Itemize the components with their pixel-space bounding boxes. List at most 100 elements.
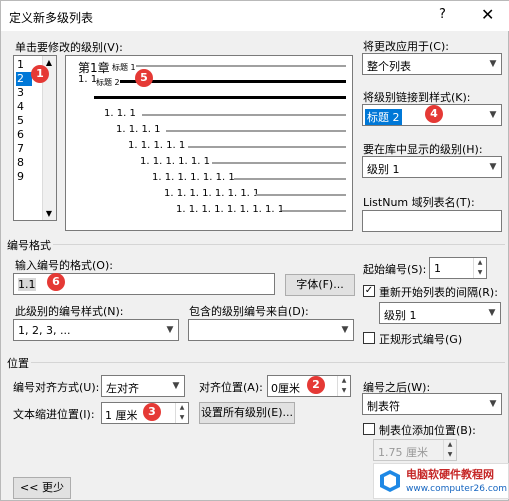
gallery-level-value: 级别 1: [367, 163, 400, 176]
level-item-4[interactable]: 4: [16, 100, 32, 114]
gallery-level-select[interactable]: 级别 1 ▼: [362, 156, 502, 178]
start-at-label: 起始编号(S):: [363, 263, 427, 276]
title-bar: 定义新多级列表 ? ✕: [1, 1, 509, 31]
chevron-down-icon: ▼: [489, 110, 497, 120]
section-divider: [53, 244, 505, 245]
callout-badge-3: 3: [143, 403, 161, 421]
restart-level-select[interactable]: 级别 1 ▼: [379, 302, 501, 324]
link-style-value: 标题 2: [365, 109, 402, 125]
dialog: 定义新多级列表 ? ✕ 单击要修改的级别(V): 1 2 3 4 5 6 7 8…: [0, 0, 509, 501]
section-divider: [31, 362, 505, 363]
level-item-5[interactable]: 5: [16, 114, 32, 128]
apply-to-value: 整个列表: [367, 60, 411, 73]
level-item-1[interactable]: 1: [16, 58, 32, 72]
tab-stop-label: 制表位添加位置(B):: [379, 424, 476, 437]
preview-line-6: [212, 162, 346, 164]
legal-numbering-checkbox[interactable]: [363, 332, 375, 344]
preview-line-1: [136, 65, 346, 67]
chevron-down-icon: ▼: [489, 162, 497, 172]
number-format-section-title: 编号格式: [7, 239, 51, 252]
position-section-title: 位置: [7, 357, 29, 370]
callout-badge-2: 2: [307, 376, 325, 394]
aligned-at-value: 0厘米: [271, 382, 300, 395]
aligned-at-spinner[interactable]: ▲ ▼: [337, 376, 350, 396]
preview-level5: 1. 1. 1. 1. 1: [128, 140, 186, 151]
preview-line-5: [188, 146, 346, 148]
close-button[interactable]: ✕: [481, 5, 494, 24]
callout-badge-6: 6: [47, 273, 65, 291]
preview-level4: 1. 1. 1. 1: [116, 124, 161, 135]
follow-number-select[interactable]: 制表符 ▼: [362, 393, 502, 415]
restart-level-value: 级别 1: [384, 309, 417, 322]
preview-level6: 1. 1. 1. 1. 1. 1: [140, 156, 210, 167]
set-all-levels-button[interactable]: 设置所有级别(E)...: [199, 402, 295, 424]
dialog-title: 定义新多级列表: [9, 11, 94, 25]
alignment-value: 左对齐: [106, 382, 139, 395]
link-style-label: 将级别链接到样式(K):: [363, 91, 471, 104]
level-item-7[interactable]: 7: [16, 142, 32, 156]
indent-value: 1 厘米: [105, 409, 138, 422]
alignment-select[interactable]: 左对齐 ▼: [101, 375, 185, 397]
callout-badge-5: 5: [135, 69, 153, 87]
preview-line-7: [234, 178, 346, 180]
level-item-2[interactable]: 2: [16, 72, 32, 86]
apply-to-select[interactable]: 整个列表 ▼: [362, 53, 502, 75]
callout-badge-1: 1: [31, 65, 49, 83]
preview-line-2b: [94, 96, 346, 99]
indent-spinner[interactable]: ▲ ▼: [175, 403, 188, 423]
help-button[interactable]: ?: [439, 7, 446, 22]
level-item-9[interactable]: 9: [16, 170, 32, 184]
watermark-brand: 电脑软硬件教程网: [406, 468, 494, 481]
format-value: 1.1: [18, 278, 36, 291]
listnum-input[interactable]: [362, 210, 502, 232]
scroll-down-icon[interactable]: ▼: [43, 209, 55, 218]
format-label: 输入编号的格式(O):: [15, 259, 113, 272]
preview-pane: 第1章 标题 1 1. 1 标题 2 1. 1. 1 1. 1. 1. 1 1.…: [65, 55, 353, 231]
preview-level7: 1. 1. 1. 1. 1. 1. 1: [152, 172, 235, 183]
preview-level3: 1. 1. 1: [104, 108, 136, 119]
chevron-down-icon: ▼: [172, 381, 180, 391]
preview-level8: 1. 1. 1. 1. 1. 1. 1. 1: [164, 188, 260, 199]
site-logo-icon: [380, 470, 400, 492]
chevron-down-icon: ▼: [488, 308, 496, 318]
tab-stop-value: 1.75 厘米: [378, 446, 428, 459]
chevron-down-icon: ▼: [341, 325, 349, 335]
preview-level2-style: 标题 2: [96, 78, 120, 87]
preview-line-4: [166, 130, 346, 132]
start-at-spinner[interactable]: ▲ ▼: [473, 258, 486, 278]
number-style-label: 此级别的编号样式(N):: [15, 305, 124, 318]
preview-chapter-style: 标题 1: [112, 63, 136, 72]
preview-level9: 1. 1. 1. 1. 1. 1. 1. 1. 1: [176, 204, 285, 215]
listnum-label: ListNum 域列表名(T):: [363, 196, 475, 209]
restart-checkbox[interactable]: ✓: [363, 285, 375, 297]
tab-stop-spinner[interactable]: ▲ ▼: [443, 440, 456, 460]
gallery-level-label: 要在库中显示的级别(H):: [363, 143, 483, 156]
font-button[interactable]: 字体(F)...: [285, 274, 355, 296]
number-style-select[interactable]: 1, 2, 3, ... ▼: [13, 319, 179, 341]
indent-label: 文本缩进位置(I):: [13, 408, 95, 421]
apply-to-label: 将更改应用于(C):: [363, 40, 449, 53]
follow-number-value: 制表符: [367, 400, 400, 413]
legal-numbering-label: 正规形式编号(G): [379, 333, 463, 346]
preview-line-9: [282, 210, 346, 212]
level-item-3[interactable]: 3: [16, 86, 32, 100]
start-at-value: 1: [434, 262, 441, 275]
tab-stop-checkbox[interactable]: [363, 423, 375, 435]
include-level-select[interactable]: ▼: [188, 319, 354, 341]
tab-stop-input[interactable]: 1.75 厘米 ▲ ▼: [373, 439, 457, 461]
restart-label: 重新开始列表的间隔(R):: [379, 286, 498, 299]
start-at-input[interactable]: 1 ▲ ▼: [429, 257, 487, 279]
preview-line-3: [142, 114, 346, 116]
less-button[interactable]: << 更少(L): [13, 477, 71, 499]
alignment-label: 编号对齐方式(U):: [13, 381, 100, 394]
level-item-6[interactable]: 6: [16, 128, 32, 142]
preview-line-8: [256, 194, 346, 196]
watermark: 电脑软硬件教程网 www.computer26.com: [373, 463, 509, 499]
number-style-value: 1, 2, 3, ...: [18, 324, 71, 337]
callout-badge-4: 4: [425, 105, 443, 123]
level-item-8[interactable]: 8: [16, 156, 32, 170]
chevron-down-icon: ▼: [489, 59, 497, 69]
chevron-down-icon: ▼: [489, 399, 497, 409]
include-level-label: 包含的级别编号来自(D):: [189, 305, 309, 318]
watermark-url: www.computer26.com: [406, 484, 508, 494]
